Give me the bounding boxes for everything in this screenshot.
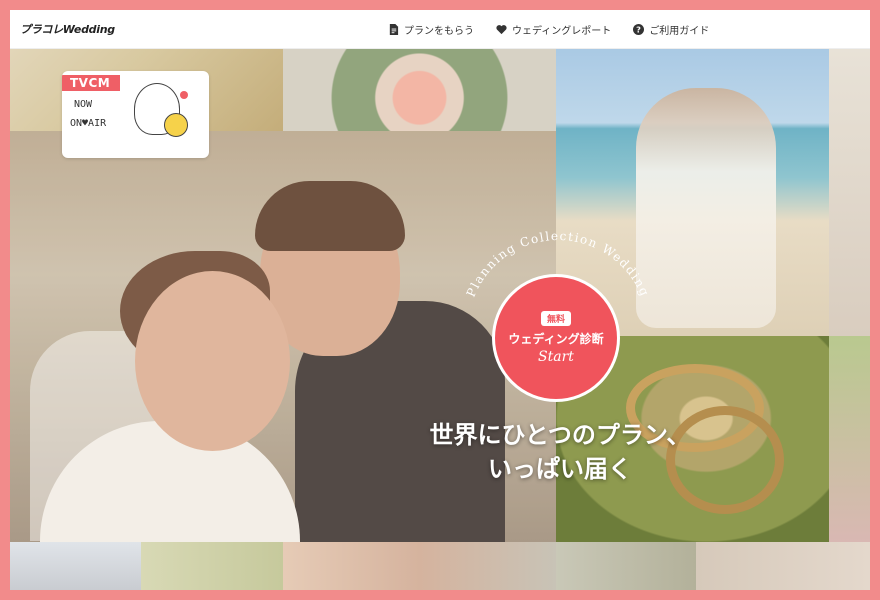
nav-label: プランをもらう	[404, 25, 474, 37]
help-icon: ?	[633, 23, 645, 35]
photo-tile-bottom	[696, 542, 870, 590]
photo-tile-right-top	[829, 48, 870, 336]
header-nav: プランをもらう ウェディングレポート ? ご利用ガイド	[388, 10, 709, 48]
document-icon	[389, 23, 399, 35]
cta-label: ウェディング診断	[508, 332, 604, 346]
hero-headline-line2: いっぱい届く	[488, 455, 632, 483]
photo-tile-bottom	[556, 542, 696, 590]
tvcm-label: TVCM	[62, 75, 121, 91]
tvcm-banner[interactable]: TVCM NOW ON♥AIR	[62, 71, 209, 158]
site-logo[interactable]: プラコレWedding	[20, 21, 115, 37]
nav-usage-guide[interactable]: ? ご利用ガイド	[633, 22, 709, 37]
illustration-accent	[180, 91, 188, 99]
photo-tile-bouquet	[283, 48, 556, 131]
site-header: プラコレWedding プランをもらう ウェディングレポート ? ご利用ガイド	[10, 10, 870, 49]
photo-tile-right-bottom	[829, 336, 870, 542]
tvcm-on-air-text: ON♥AIR	[70, 118, 107, 129]
hero-headline-line1: 世界にひとつのプラン、	[429, 421, 691, 449]
nav-label: ウェディングレポート	[512, 25, 612, 37]
cta-start-label: Start	[538, 349, 574, 365]
wedding-diagnosis-start-button[interactable]: 無料 ウェディング診断 Start	[492, 274, 620, 402]
nav-label: ご利用ガイド	[649, 25, 710, 37]
photo-tile-bottom	[141, 542, 283, 590]
photo-tile-bottom	[10, 542, 141, 590]
free-badge: 無料	[540, 311, 571, 326]
tvcm-now-text: NOW	[74, 99, 93, 110]
illustration-character	[164, 113, 188, 137]
photo-tile-bottom	[283, 542, 556, 590]
nav-wedding-report[interactable]: ウェディングレポート	[496, 22, 611, 37]
heart-icon	[496, 24, 507, 34]
svg-text:?: ?	[636, 24, 641, 34]
nav-get-plans[interactable]: プランをもらう	[388, 22, 474, 37]
page-frame: プラコレWedding プランをもらう ウェディングレポート ? ご利用ガイド …	[10, 10, 870, 590]
hero-headline: 世界にひとつのプラン、 いっぱい届く	[410, 418, 710, 486]
